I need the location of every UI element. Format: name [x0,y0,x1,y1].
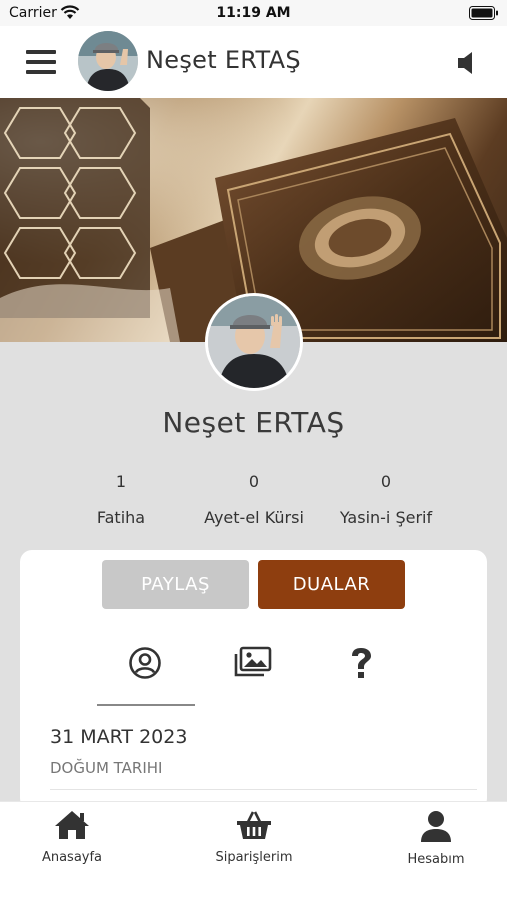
question-icon[interactable] [348,646,374,680]
status-bar: Carrier 11:19 AM [0,0,507,26]
nav-title: Neşet ERTAŞ [146,46,301,74]
divider [50,789,477,790]
nav-bar: Neşet ERTAŞ [0,26,507,98]
bottom-tab-bar: Anasayfa Siparişlerim Hesabım [0,801,507,900]
account-icon [421,811,451,842]
stat-count: 0 [380,472,392,491]
status-time: 11:19 AM [216,5,291,21]
hamburger-icon[interactable] [26,50,56,74]
share-button[interactable]: PAYLAŞ [102,560,249,609]
battery-icon [469,6,498,20]
tab-label: Hesabım [407,852,465,867]
birth-date-label: DOĞUM TARIHI [50,759,163,777]
profile-name: Neşet ERTAŞ [162,406,345,439]
basket-icon [237,811,271,839]
tab-label: Anasayfa [41,850,103,865]
birth-date-value: 31 MART 2023 [50,726,188,748]
nav-avatar [78,31,138,91]
stat-yasin-i-serif: 0 Yasin-i Şerif [306,472,466,527]
stat-label: Yasin-i Şerif [339,508,433,527]
gallery-icon[interactable] [234,646,272,678]
details-card: PAYLAŞ DUALAR 31 MART 2023 DOĞUM TARIHI [20,550,487,810]
home-icon [55,811,89,839]
profile-avatar [205,293,303,391]
active-tab-indicator [97,704,195,706]
tab-account[interactable]: Hesabım [394,810,478,867]
prayers-button[interactable]: DUALAR [258,560,405,609]
tab-orders[interactable]: Siparişlerim [204,810,304,865]
user-circle-icon[interactable] [128,646,162,680]
speaker-icon[interactable] [456,50,478,76]
tab-home[interactable]: Anasayfa [30,810,114,865]
tab-label: Siparişlerim [215,850,293,865]
